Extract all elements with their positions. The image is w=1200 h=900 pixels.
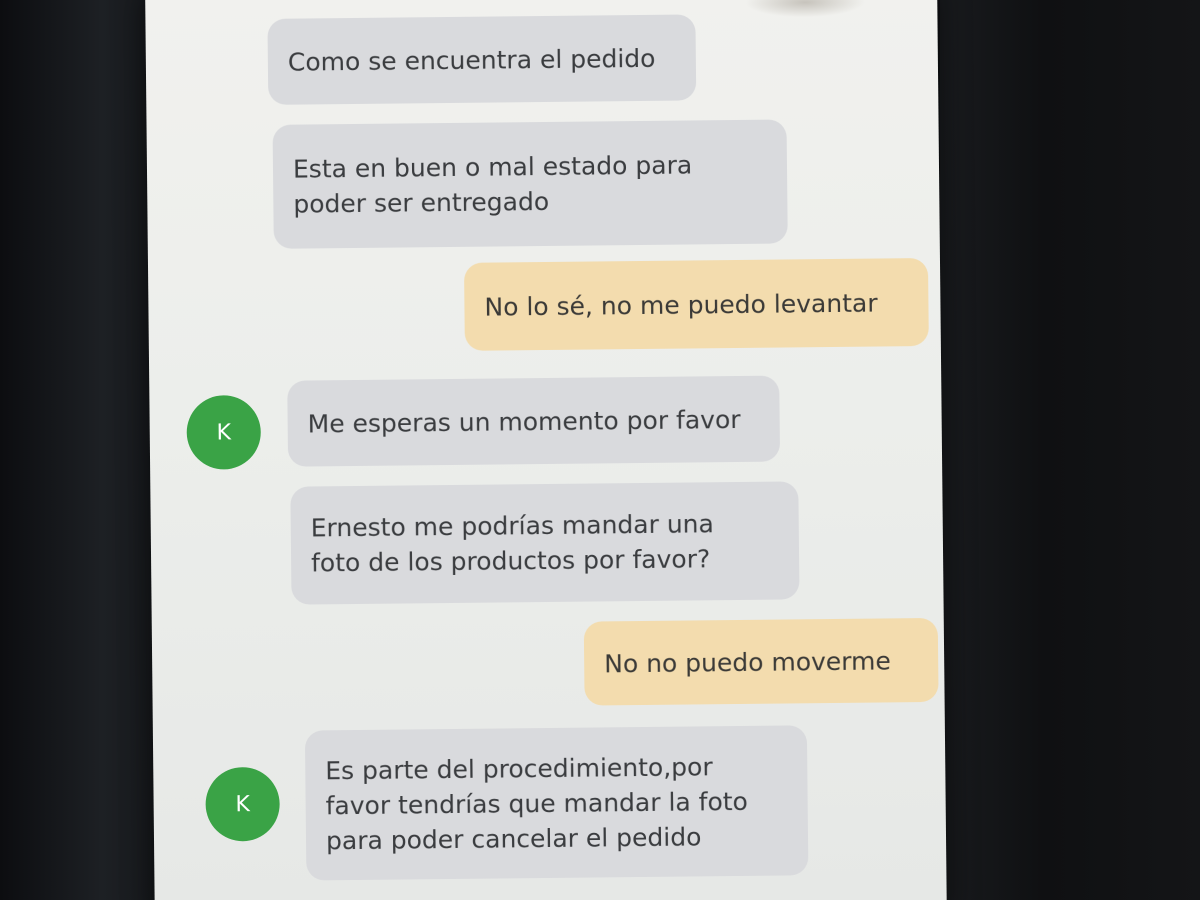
outgoing-message: No no puedo moverme: [583, 617, 939, 706]
incoming-message: Esta en buen o mal estado para poder ser…: [272, 119, 788, 249]
agent-avatar[interactable]: K: [205, 766, 281, 842]
phone-bezel-left: [0, 0, 170, 900]
incoming-message: Como se encuentra el pedido: [267, 14, 697, 105]
chat-screen[interactable]: Como se encuentra el pedido Esta en buen…: [145, 0, 947, 900]
agent-avatar[interactable]: K: [186, 394, 262, 470]
incoming-message: Ernesto me podrías mandar una foto de lo…: [290, 481, 800, 605]
screen-smudge: [745, 0, 866, 18]
phone-bezel-right: [940, 0, 1200, 900]
incoming-message: Me esperas un momento por favor: [287, 375, 781, 467]
photo-of-phone-screen: Como se encuentra el pedido Esta en buen…: [0, 0, 1200, 900]
incoming-message: Es parte del procedimiento,por favor ten…: [304, 725, 809, 881]
outgoing-message: No lo sé, no me puedo levantar: [463, 257, 929, 351]
